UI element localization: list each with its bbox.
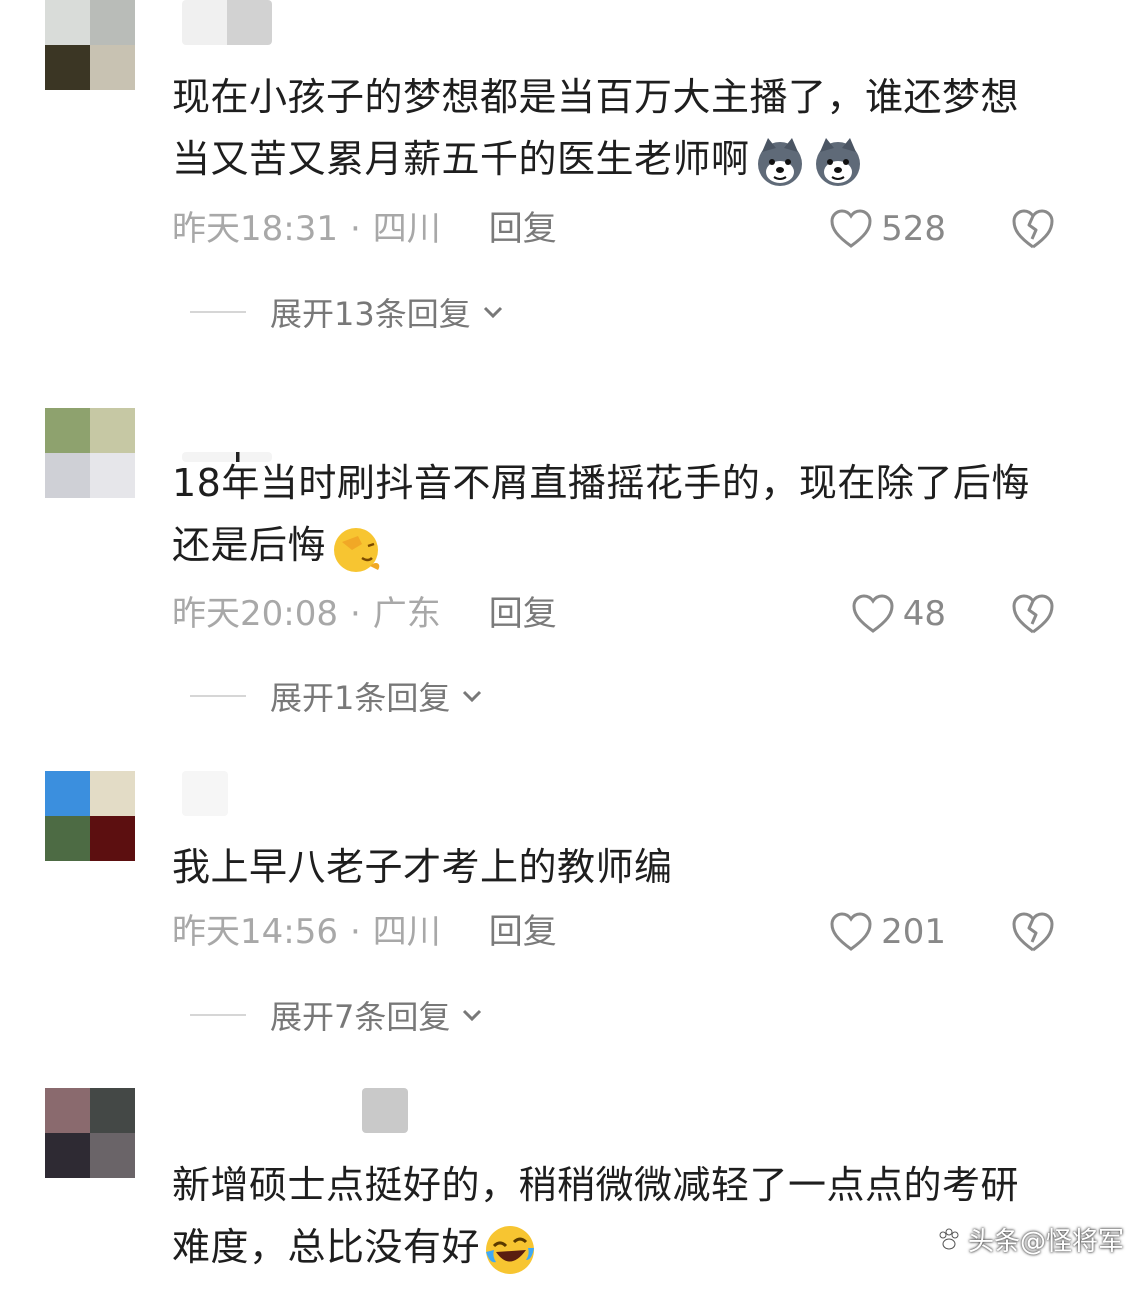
expand-replies-button[interactable]: 展开13条回复 [190,287,507,337]
expand-replies-label: 展开13条回复 [270,295,471,333]
comment-time: 昨天14:56 [172,912,338,952]
comment-location: 广东 [372,594,441,634]
username-blurred[interactable] [362,1088,408,1133]
username-blurred[interactable] [182,0,272,45]
divider-line [190,695,246,697]
paw-icon [939,1228,959,1249]
comment-line: 新增硕士点挺好的，稍稍微微减轻了一点点的考研 [172,1163,1020,1207]
heart-icon [830,209,872,248]
comment-line: 当又苦又累月薪五千的医生老师啊 [172,137,750,181]
like-count: 528 [881,209,946,249]
heart-icon [830,912,872,951]
like-count: 201 [881,912,946,952]
comment-text: 我上早八老子才考上的教师编 [172,836,1102,898]
comment-line: 我上早八老子才考上的教师编 [172,845,673,889]
reply-button[interactable]: 回复 [489,589,557,639]
separator: · [349,209,361,249]
avatar[interactable] [45,771,135,861]
divider-line [190,1014,246,1016]
comment-line: 现在小孩子的梦想都是当百万大主播了，谁还梦想 [172,75,1020,119]
broken-heart-icon[interactable] [1010,591,1056,637]
like-button[interactable]: 48 [851,589,946,639]
broken-heart-icon[interactable] [1010,909,1056,955]
like-button[interactable]: 201 [829,907,946,957]
comment-line: 18年当时刷抖音不屑直播摇花手的，现在除了后悔 [172,461,1030,505]
like-count: 48 [902,594,946,634]
expand-replies-label: 展开1条回复 [270,679,451,717]
comment-text: 18年当时刷抖音不屑直播摇花手的，现在除了后悔 还是后悔 [172,452,1102,576]
comment-meta: 昨天14:56 · 四川 回复 201 [172,907,1101,957]
expand-replies-label: 展开7条回复 [270,998,451,1036]
avatar[interactable] [45,1088,135,1178]
comment-meta: 昨天18:31 · 四川 回复 528 [172,204,1101,254]
comment-text: 新增硕士点挺好的，稍稍微微减轻了一点点的考研 难度，总比没有好 [172,1154,1102,1278]
watermark-text: 头条@怪将军 [967,1227,1124,1257]
reply-button[interactable]: 回复 [489,204,557,254]
username-blurred[interactable] [182,771,228,816]
avatar[interactable] [45,0,135,90]
expand-replies-button[interactable]: 展开7条回复 [190,990,486,1040]
heart-icon [852,594,894,633]
chevron-down-icon [463,1009,482,1022]
avatar[interactable] [45,408,135,498]
husky-dog-emoji-icon [752,134,808,190]
like-button[interactable]: 528 [829,204,946,254]
comment-time: 昨天20:08 [172,594,338,634]
rofl-emoji-icon [482,1222,538,1278]
comment-line: 还是后悔 [172,523,327,567]
separator: · [349,594,361,634]
divider-line [190,311,246,313]
comment-location: 四川 [372,209,441,249]
comment-location: 四川 [372,912,441,952]
chevron-down-icon [483,306,502,319]
watermark: 头条@怪将军 [936,1221,1124,1258]
comment-text: 现在小孩子的梦想都是当百万大主播了，谁还梦想 当又苦又累月薪五千的医生老师啊 [172,66,1102,190]
reply-button[interactable]: 回复 [489,907,557,957]
facepalm-emoji-icon [328,520,384,576]
broken-heart-icon[interactable] [1010,206,1056,252]
comment-line: 难度，总比没有好 [172,1225,481,1269]
husky-dog-emoji-icon [810,134,866,190]
separator: · [349,912,361,952]
chevron-down-icon [463,690,482,703]
comment-time: 昨天18:31 [172,209,338,249]
expand-replies-button[interactable]: 展开1条回复 [190,671,486,721]
comment-meta: 昨天20:08 · 广东 回复 48 [172,589,1101,639]
